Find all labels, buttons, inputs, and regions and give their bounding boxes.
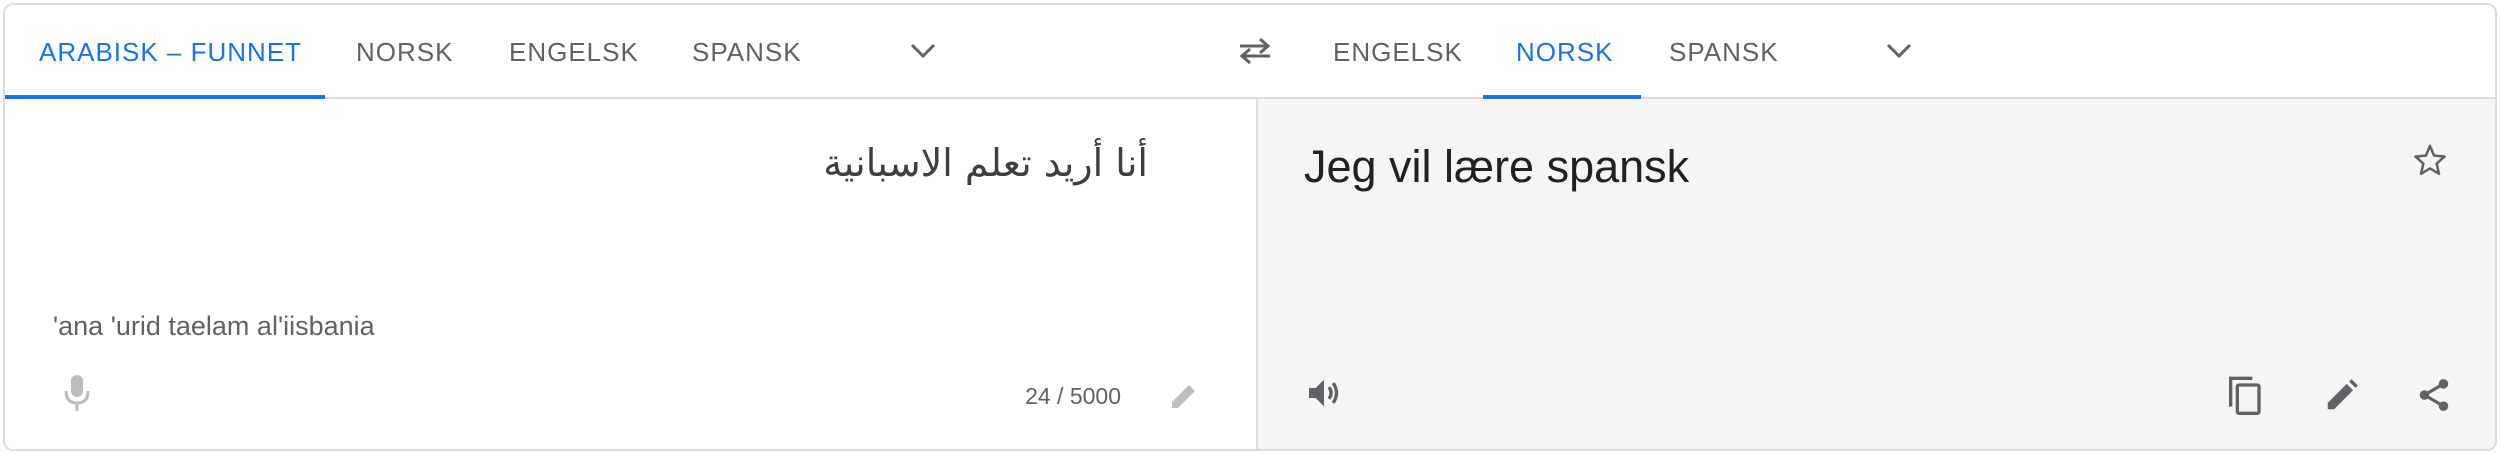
chevron-down-icon [1886, 43, 1912, 59]
source-tab-label: ENGELSK [509, 37, 639, 67]
target-tab-norwegian[interactable]: NORSK [1516, 5, 1613, 99]
target-tab-label: ENGELSK [1333, 37, 1463, 67]
source-transliteration: 'ana 'urid taelam al'iisbania [53, 311, 375, 341]
translation-panel: Jeg vil lære spansk [1256, 99, 2495, 449]
translate-widget: ARABISK – FUNNET NORSK ENGELSK SPANSK EN… [3, 3, 2497, 451]
speaker-icon [1309, 379, 1339, 407]
save-translation-button[interactable] [2408, 139, 2452, 183]
source-tab-label: ARABISK – FUNNET [39, 37, 303, 67]
translation-text: Jeg vil lære spansk [1304, 141, 1690, 192]
source-edit-button[interactable] [1165, 377, 1203, 415]
source-more-languages-button[interactable] [901, 29, 945, 73]
swap-horiz-icon [1239, 37, 1271, 65]
target-tab-english[interactable]: ENGELSK [1333, 5, 1463, 99]
source-panel: أنا أريد تعلم الاسبانية 'ana 'urid taela… [5, 99, 1256, 449]
mic-icon [64, 375, 90, 411]
target-tab-label: NORSK [1516, 37, 1614, 67]
source-text-input[interactable]: أنا أريد تعلم الاسبانية [823, 141, 1148, 185]
edit-translation-button[interactable] [2320, 373, 2364, 417]
pencil-icon [2327, 379, 2358, 410]
language-bar: ARABISK – FUNNET NORSK ENGELSK SPANSK EN… [5, 5, 2495, 99]
target-tab-label: SPANSK [1669, 37, 1779, 67]
swap-languages-button[interactable] [1233, 29, 1277, 73]
target-more-languages-button[interactable] [1877, 29, 1921, 73]
chevron-down-icon [910, 43, 936, 59]
source-tab-label: SPANSK [692, 37, 802, 67]
share-icon [2419, 379, 2449, 411]
source-tab-english[interactable]: ENGELSK [509, 5, 639, 99]
target-tab-spanish[interactable]: SPANSK [1669, 5, 1779, 99]
source-tab-norwegian[interactable]: NORSK [356, 5, 453, 99]
share-translation-button[interactable] [2412, 373, 2456, 417]
pencil-icon [1172, 385, 1195, 408]
star-icon [2414, 144, 2446, 176]
source-tab-arabic-detected[interactable]: ARABISK – FUNNET [39, 5, 302, 99]
voice-input-button[interactable] [57, 371, 97, 415]
character-count: 24 / 5000 [1025, 383, 1121, 409]
copy-icon [2229, 376, 2261, 415]
source-tab-label: NORSK [356, 37, 454, 67]
source-tab-spanish[interactable]: SPANSK [692, 5, 802, 99]
copy-translation-button[interactable] [2222, 371, 2266, 419]
listen-button[interactable] [1302, 371, 1346, 415]
